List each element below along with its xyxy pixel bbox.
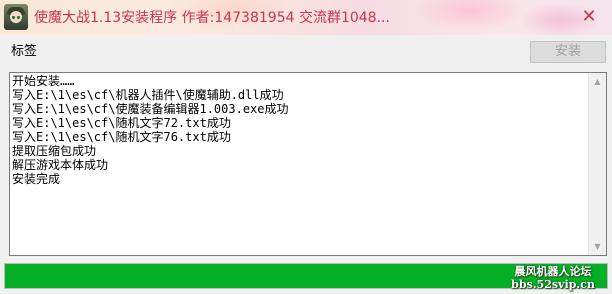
watermark-forum-name: 晨风机器人论坛 [514, 265, 592, 278]
title-bar[interactable]: 使魔大战1.13安装程序 作者:147381954 交流群1048... ✕ [0, 0, 612, 35]
log-line: 安装完成 [12, 172, 61, 186]
watermark-url: bbs.52svip.cn [511, 278, 595, 291]
log-line: 提取压缩包成功 [12, 144, 97, 158]
forum-watermark: 晨风机器人论坛 bbs.52svip.cn [500, 265, 606, 292]
scroll-up-arrow-icon[interactable]: ▲ [589, 73, 606, 90]
log-line: 写入E:\1\es\cf\机器人插件\使魔辅助.dll成功 [12, 88, 284, 102]
install-button[interactable]: 安装 [530, 41, 606, 63]
log-line: 写入E:\1\es\cf\随机文字72.txt成功 [12, 116, 231, 130]
log-line: 写入E:\1\es\cf\使魔装备编辑器1.003.exe成功 [12, 102, 289, 116]
log-line: 开始安装…… [12, 74, 75, 88]
tag-label: 标签 [11, 44, 38, 59]
vertical-scrollbar[interactable]: ▲ ▼ [588, 73, 606, 255]
log-content: 开始安装…… 写入E:\1\es\cf\机器人插件\使魔辅助.dll成功 写入E… [12, 74, 588, 254]
window-title: 使魔大战1.13安装程序 作者:147381954 交流群1048... [34, 10, 390, 26]
log-line: 解压游戏本体成功 [12, 158, 109, 172]
app-icon[interactable] [4, 4, 28, 30]
install-log-textbox[interactable]: 开始安装…… 写入E:\1\es\cf\机器人插件\使魔辅助.dll成功 写入E… [9, 72, 607, 256]
log-line: 写入E:\1\es\cf\随机文字76.txt成功 [12, 130, 231, 144]
scroll-down-arrow-icon[interactable]: ▼ [589, 238, 606, 255]
close-icon[interactable]: ✕ [576, 6, 602, 28]
